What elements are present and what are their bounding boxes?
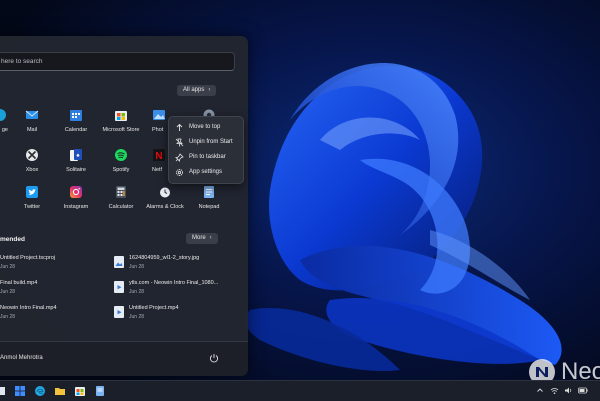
recommended-item[interactable]: Untitled Project.mp4 Jun 28: [114, 305, 234, 325]
recommended-item-name: ytls.com - Neowin Intro Final_1080...: [129, 280, 219, 286]
recommended-item[interactable]: ytls.com - Neowin Intro Final_1080... Ju…: [114, 280, 234, 300]
battery-icon[interactable]: [578, 386, 588, 395]
recommended-item-date: Jun 28: [0, 289, 16, 295]
recommended-item-date: Jun 28: [129, 314, 145, 320]
chevron-up-icon[interactable]: [536, 386, 544, 394]
twitter-icon: [26, 186, 38, 198]
app-icon[interactable]: [0, 385, 6, 397]
taskbar: [0, 380, 600, 401]
app-icon[interactable]: [94, 385, 106, 397]
recommended-item-name: Final build.mp4: [0, 280, 38, 286]
context-menu-item-app-settings[interactable]: App settings: [169, 165, 243, 180]
recommended-item[interactable]: 1624804959_wl1-2_story.jpg Jun 28: [114, 255, 234, 275]
xbox-icon: [26, 149, 38, 161]
video-file-icon: [114, 281, 124, 293]
all-apps-label: All apps: [183, 87, 205, 93]
recommended-item-name: Untitled Project.tscproj: [0, 255, 56, 261]
recommended-item[interactable]: Final build.mp4 Jun 28: [0, 280, 120, 300]
wifi-icon[interactable]: [550, 386, 559, 395]
all-apps-button[interactable]: All apps ›: [177, 85, 217, 96]
search-input[interactable]: here to search: [0, 52, 235, 71]
recommended-item-date: Jun 28: [0, 264, 16, 270]
recommended-item-date: Jun 28: [0, 314, 16, 320]
spotify-icon: [115, 149, 127, 161]
instagram-icon: [70, 186, 82, 198]
context-menu-label: App settings: [189, 169, 223, 175]
chevron-right-icon: ›: [209, 235, 212, 241]
context-menu-label: Pin to taskbar: [189, 154, 226, 160]
store-icon: [115, 111, 127, 121]
netflix-icon: N: [153, 149, 165, 162]
recommended-item-date: Jun 28: [129, 289, 145, 295]
photos-icon: [153, 110, 165, 120]
calculator-icon: [116, 186, 126, 198]
context-menu-label: Move to top: [189, 124, 221, 130]
mail-icon: [25, 110, 39, 119]
start-menu: here to search All apps › ge Mail Calenda…: [0, 36, 248, 376]
chevron-right-icon: ›: [208, 87, 211, 93]
recommended-item-name: Neowin Intro Final.mp4: [0, 305, 57, 311]
recommended-item-date: Jun 28: [129, 264, 145, 270]
image-file-icon: [114, 256, 124, 268]
recommended-title: mended: [0, 236, 25, 243]
volume-icon[interactable]: [564, 386, 573, 395]
unpin-icon: [175, 138, 184, 147]
more-button[interactable]: More ›: [186, 233, 218, 244]
arrow-up-icon: [176, 123, 183, 131]
pin-icon: [175, 153, 184, 162]
windows-start-icon[interactable]: [14, 385, 26, 397]
pinned-app-label: Notepad: [198, 204, 220, 210]
calendar-icon: [70, 110, 82, 121]
more-label: More: [192, 235, 206, 241]
power-icon[interactable]: [209, 353, 219, 363]
notepad-icon: [204, 186, 214, 198]
video-file-icon: [114, 306, 124, 318]
context-menu-item-pin-to-taskbar[interactable]: Pin to taskbar: [169, 150, 243, 165]
file-explorer-icon[interactable]: [54, 385, 66, 397]
alarm-clock-icon: [160, 187, 170, 198]
svg-text:N: N: [155, 151, 162, 162]
recommended-item[interactable]: Neowin Intro Final.mp4 Jun 28: [0, 305, 120, 325]
edge-icon[interactable]: [34, 385, 46, 397]
context-menu-item-move-to-top[interactable]: Move to top: [169, 120, 243, 135]
recommended-item-name: 1624804959_wl1-2_story.jpg: [129, 255, 200, 261]
user-name[interactable]: Anmol Mehrotra: [0, 355, 43, 361]
context-menu-item-unpin[interactable]: Unpin from Start: [169, 135, 243, 150]
solitaire-icon: ♠: [70, 149, 82, 161]
pinned-app-notepad[interactable]: Notepad: [183, 185, 235, 210]
context-menu-label: Unpin from Start: [189, 139, 233, 145]
gear-icon: [176, 169, 183, 176]
start-menu-footer: Anmol Mehrotra: [0, 341, 248, 376]
context-menu: Move to top Unpin from Start Pin to task…: [168, 116, 244, 184]
recommended-item[interactable]: Untitled Project.tscproj Jun 28: [0, 255, 120, 275]
recommended-item-name: Untitled Project.mp4: [129, 305, 179, 311]
store-icon[interactable]: [74, 385, 86, 397]
